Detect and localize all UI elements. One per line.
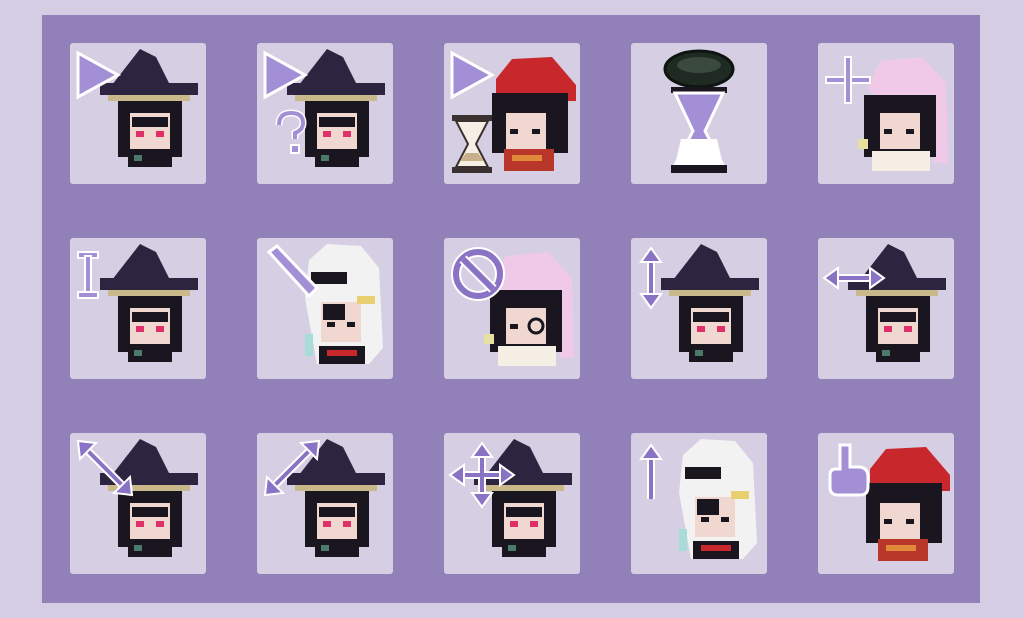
question-mark-icon [275,109,307,154]
white-hair-girl-character [305,244,383,364]
hand-pointer-icon [828,443,870,497]
witch-character [100,49,198,167]
white-hair-girl-character [679,439,757,559]
tile-busy-hourglass[interactable] [631,43,767,184]
tile-handwriting-pen[interactable] [257,238,393,379]
witch-character [848,244,946,362]
tile-precision-crosshair[interactable] [818,43,954,184]
red-hat-girl-character [492,57,576,171]
unavailable-icon [451,247,505,301]
tile-diagonal-resize-2[interactable] [257,433,393,574]
witch-character [287,49,385,167]
tile-help-pointer[interactable] [257,43,393,184]
witch-character [661,244,759,362]
ibeam-icon [77,251,99,299]
tile-working-in-background[interactable] [444,43,580,184]
tile-vertical-resize[interactable] [631,238,767,379]
up-arrow-icon [639,443,663,499]
tile-unavailable[interactable] [444,238,580,379]
cursor-set-panel [42,15,980,603]
tile-diagonal-resize-1[interactable] [70,433,206,574]
tile-horizontal-resize[interactable] [818,238,954,379]
tile-alternate-select[interactable] [631,433,767,574]
red-hat-girl-character [866,447,950,561]
busy-hourglass-icon [663,49,735,173]
tile-link-select-hand[interactable] [818,433,954,574]
hourglass-icon [452,115,492,173]
witch-character [100,439,198,557]
crosshair-icon [825,56,871,104]
witch-character [100,244,198,362]
pink-hood-girl-character [858,57,948,171]
tile-arrow-pointer[interactable] [70,43,206,184]
tile-text-select-ibeam[interactable] [70,238,206,379]
vertical-resize-icon [639,246,663,310]
tile-move[interactable] [444,433,580,574]
arrow-cursor-icon [450,50,496,100]
